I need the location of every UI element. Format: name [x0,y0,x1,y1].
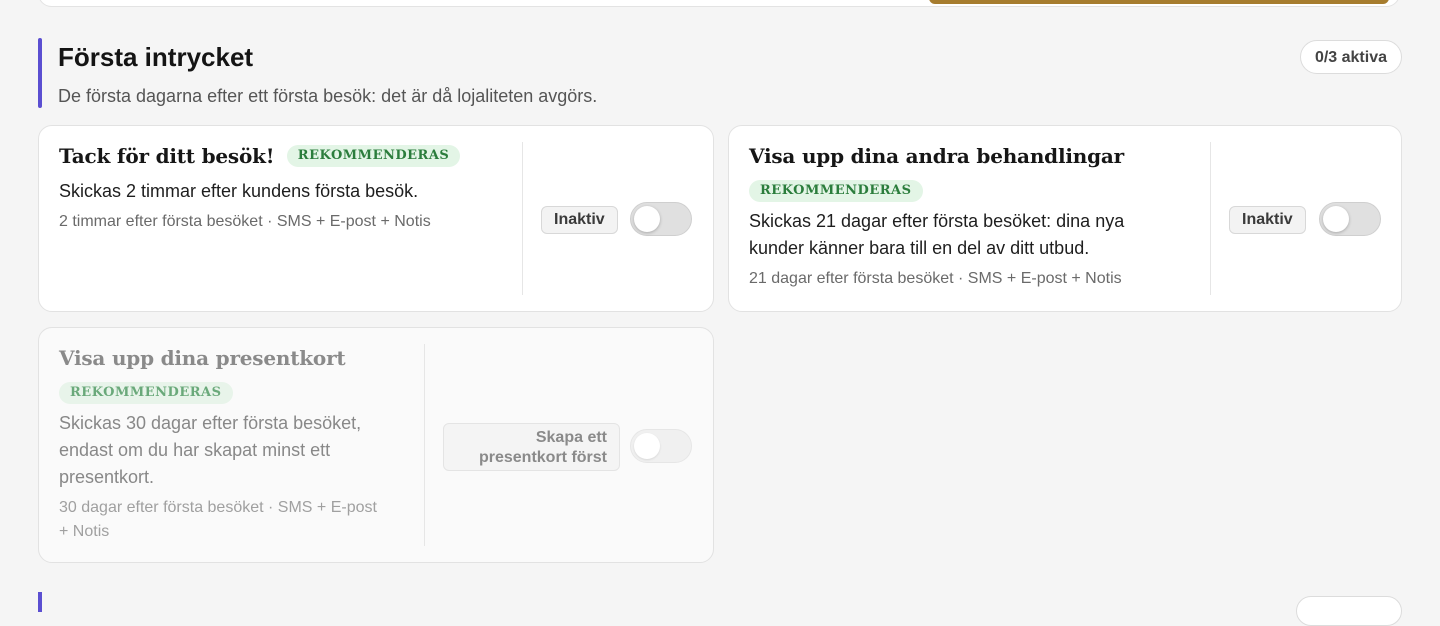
card-title: Tack för ditt besök! [59,144,275,168]
card-meta: 21 dagar efter första besöket · SMS + E-… [749,270,1122,287]
automation-card-other-treatments: Visa upp dina andra behandlingar REKOMME… [728,125,1402,312]
activation-toggle[interactable] [1319,202,1381,236]
status-label-line1: Skapa ett [535,429,607,446]
card-content: Visa upp dina presentkort REKOMMENDERAS … [59,346,419,544]
card-content: Tack för ditt besök! REKOMMENDERAS Skick… [59,144,519,234]
section-title: Första intrycket [58,42,254,72]
card-description-line3: presentkort. [59,467,155,487]
primary-action-button-edge[interactable] [929,0,1389,4]
card-meta: 2 timmar efter första besöket · SMS + E-… [59,213,431,230]
card-divider [522,142,523,295]
status-label: Inaktiv [541,206,618,234]
recommended-badge: REKOMMENDERAS [286,145,461,167]
card-meta-line2: + Notis [59,523,110,540]
toggle-knob [634,433,660,459]
active-count-badge: 0/3 aktiva [1299,40,1402,74]
card-description: Skickas 2 timmar efter kundens första be… [59,181,419,201]
status-label: Inaktiv [1229,206,1306,234]
create-gift-card-first-label: Skapa ett presentkort först [443,423,620,471]
section-subtitle: De första dagarna efter ett första besök… [58,86,598,106]
card-description-line1: Skickas 30 dagar efter första besöket, [59,413,362,433]
recommended-badge: REKOMMENDERAS [59,382,233,404]
card-title: Visa upp dina presentkort [59,346,346,370]
card-meta-line1: 30 dagar efter första besöket · SMS + E-… [59,499,377,516]
status-label-line2: presentkort först [478,449,607,466]
activation-toggle [630,429,692,463]
card-title: Visa upp dina andra behandlingar [749,144,1124,168]
card-description-line1: Skickas 21 dagar efter första besöket: d… [749,211,1125,231]
recommended-badge: REKOMMENDERAS [749,180,923,202]
toggle-knob [1323,206,1349,232]
automation-card-gift-cards: Visa upp dina presentkort REKOMMENDERAS … [38,327,714,563]
automation-card-thank-you: Tack för ditt besök! REKOMMENDERAS Skick… [38,125,714,312]
card-divider [1210,142,1211,295]
section-accent-line [38,38,42,108]
section-header: Första intrycket De första dagarna efter… [38,38,1402,108]
previous-card [38,0,1400,7]
card-description-line2: endast om du har skapat minst ett [59,440,331,460]
toggle-knob [634,206,660,232]
card-description-line2: kunder känner bara till en del av ditt u… [749,238,1090,258]
card-divider [424,344,425,546]
next-section-accent-line [38,592,42,612]
card-content: Visa upp dina andra behandlingar REKOMME… [749,144,1209,291]
activation-toggle[interactable] [630,202,692,236]
